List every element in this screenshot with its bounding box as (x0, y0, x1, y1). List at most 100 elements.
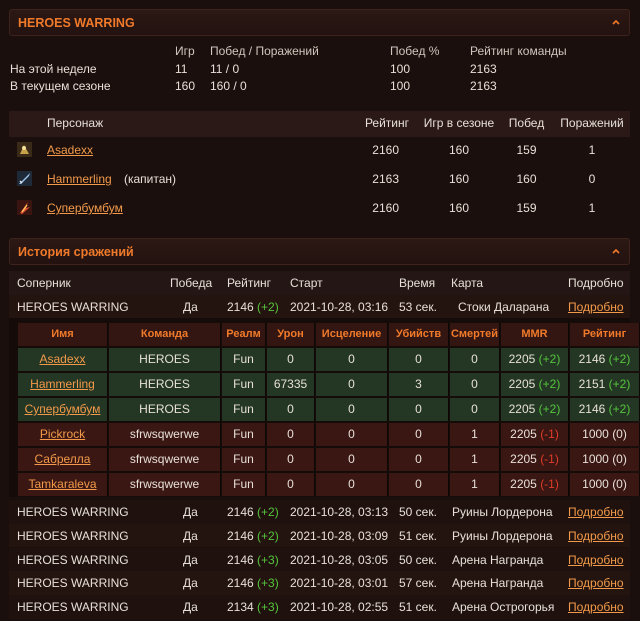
col-character: Персонаж (47, 116, 104, 130)
character-games: 160 (448, 172, 470, 186)
player-damage: 0 (267, 473, 315, 496)
player-link[interactable]: Pickrock (40, 427, 85, 441)
player-rating-value: 1000 (582, 427, 609, 441)
history-details-link[interactable]: Подробно (568, 553, 624, 567)
player-rating-value: 2146 (578, 402, 606, 416)
player-realm: Fun (222, 373, 266, 396)
history-opponent: HEROES WARRING (17, 600, 129, 615)
stats-row-wl: 11 / 0 (210, 62, 240, 76)
chevron-up-icon[interactable] (611, 246, 621, 256)
history-win: Да (183, 505, 198, 519)
character-rating: 2163 (372, 172, 399, 186)
history-time: 50 сек. (399, 552, 437, 567)
player-rating-cell: 1000 (0) (570, 423, 640, 446)
player-damage: 0 (267, 348, 315, 371)
col-rating: Рейтинг (570, 323, 640, 346)
character-link-superbumbum[interactable]: Супербумбум (47, 201, 123, 215)
history-map: Руины Лордерона (452, 505, 553, 519)
match-player-row: Сабрелла sfrwsqwerwe Fun 0 0 0 1 2205 (-1) 1000 … (18, 448, 640, 471)
col-healing: Исцеление (316, 323, 388, 346)
player-rating-value: 2151 (578, 377, 606, 391)
stats-row-wl: 160 / 0 (210, 79, 247, 93)
player-rating-delta: (0) (612, 477, 627, 491)
player-healing: 0 (316, 398, 388, 421)
player-deaths: 0 (450, 348, 500, 371)
history-details-link[interactable]: Подробно (568, 576, 624, 590)
stats-row-pct: 100 (390, 79, 411, 93)
history-map: Руины Лордерона (452, 528, 553, 543)
history-row: HEROES WARRING Да 2146 (+3) 2021-10-28, 03:… (9, 571, 630, 595)
stats-row-games: 11 (175, 62, 188, 76)
player-deaths: 1 (450, 448, 500, 471)
character-wins: 159 (516, 201, 537, 215)
player-realm: Fun (222, 473, 266, 496)
player-team: HEROES WARRING (109, 398, 221, 439)
player-mmr-value: 2205 (508, 377, 536, 391)
player-link[interactable]: Asadexx (39, 352, 85, 366)
history-rating: 2146 (+2) (227, 505, 279, 519)
player-link[interactable]: Сабрелла (35, 452, 91, 466)
character-link-asadexx[interactable]: Asadexx (47, 143, 93, 157)
player-team: HEROES WARRING (109, 348, 221, 389)
history-details-link[interactable]: Подробно (568, 300, 624, 314)
history-opponent: HEROES WARRING (17, 505, 129, 519)
player-link[interactable]: Супербумбум (25, 402, 101, 416)
player-mmr-delta: (-1) (540, 427, 559, 441)
player-rating-cell: 1000 (0) (570, 448, 640, 471)
history-start: 2021-10-28, 02:55 (290, 600, 389, 615)
player-mmr-value: 2205 (510, 452, 537, 466)
player-link[interactable]: Hammerling (30, 377, 95, 391)
character-rating: 2160 (372, 143, 399, 157)
history-panel-header[interactable]: История сражений (9, 238, 630, 265)
history-win: Да (183, 576, 198, 591)
history-win: Да (183, 600, 198, 615)
stats-row-label: На этой неделе (10, 62, 97, 76)
character-link-hammerling[interactable]: Hammerling (47, 172, 112, 186)
stats-row-pct: 100 (390, 62, 411, 76)
history-time: 53 сек. (399, 300, 437, 314)
col-wins: Побед (508, 116, 545, 130)
history-details-link[interactable]: Подробно (568, 505, 624, 519)
player-team: HEROES WARRING (109, 373, 221, 414)
player-mmr-cell: 2205 (-1) (501, 473, 569, 496)
player-kills: 0 (389, 398, 449, 421)
player-name-cell: Супербумбум (18, 398, 108, 421)
character-wins: 159 (516, 143, 537, 157)
player-rating-delta: (0) (612, 452, 627, 466)
player-mmr-value: 2205 (508, 402, 536, 416)
history-map: Стоки Даларана (458, 300, 550, 314)
history-panel-title: История сражений (18, 245, 134, 259)
player-healing: 0 (316, 348, 388, 371)
player-mmr-delta: (-1) (540, 477, 559, 491)
col-rating: Рейтинг (227, 276, 272, 290)
character-row: Asadexx 2160 160 159 1 (9, 137, 630, 166)
player-kills: 0 (389, 423, 449, 446)
characters-header-row: Персонаж Рейтинг Игр в сезоне Побед Пора… (9, 111, 630, 137)
player-rating-delta: (+2) (608, 352, 631, 366)
history-rating: 2146 (+3) (227, 552, 279, 567)
history-header-row: Соперник Победа Рейтинг Старт Время Карт… (9, 271, 630, 295)
team-panel-header[interactable]: HEROES WARRING (9, 9, 630, 36)
col-deaths: Смертей (450, 323, 500, 346)
col-details: Подробно (568, 276, 624, 290)
history-details-link[interactable]: Подробно (568, 529, 624, 543)
player-damage: 0 (267, 423, 315, 446)
match-player-row: СупербумбумHEROES WARRINGFun00002205 (+2… (18, 398, 640, 439)
player-rating-delta: (+2) (608, 402, 631, 416)
chevron-up-icon[interactable] (611, 17, 621, 27)
player-rating-value: 1000 (582, 477, 609, 491)
player-name-cell: Сабрелла (18, 448, 108, 471)
player-damage: 0 (267, 398, 315, 421)
history-map: Арена Острогорья (452, 600, 555, 615)
history-row: HEROES WARRING Да 2146 (+3) 2021-10-28, 03:… (9, 547, 630, 572)
history-details-link[interactable]: Подробно (568, 600, 624, 614)
character-rating: 2160 (372, 201, 399, 215)
player-mmr-delta: (-1) (540, 452, 559, 466)
history-start: 2021-10-28, 03:01 (290, 576, 389, 591)
character-wins: 160 (516, 172, 537, 186)
player-link[interactable]: Tamkaraleva (28, 477, 96, 491)
history-opponent: HEROES WARRING (17, 300, 129, 314)
player-kills: 0 (389, 348, 449, 371)
character-losses: 1 (588, 201, 596, 215)
history-opponent: HEROES WARRING (17, 552, 129, 567)
